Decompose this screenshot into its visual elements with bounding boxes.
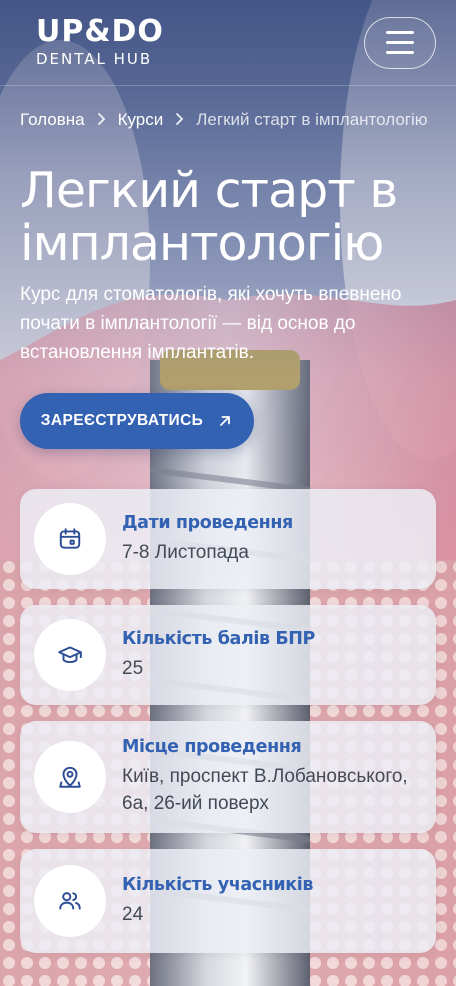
menu-button[interactable] [364, 16, 436, 69]
hamburger-icon [386, 41, 414, 44]
info-label: Дати проведення [122, 512, 293, 533]
page-title-line2: імплантологію [20, 215, 384, 272]
info-card-participants: Кількість учасників 24 [20, 849, 436, 953]
breadcrumb-current: Легкий старт в імплантологію [196, 110, 428, 129]
info-value: 25 [122, 657, 144, 679]
chevron-right-icon [175, 112, 184, 129]
info-value: Київ, проспект В.Лобановського, 6а, 26-и… [122, 766, 408, 814]
info-value: 24 [122, 903, 144, 925]
info-card-location: Місце проведення Київ, проспект В.Лобано… [20, 721, 436, 833]
page-title-line1: Легкий старт в [20, 162, 398, 219]
register-button[interactable]: ЗАРЕЄСТРУВАТИСЬ [20, 393, 254, 449]
users-icon [34, 865, 106, 937]
info-card-dates: Дати проведення 7-8 Листопада [20, 489, 436, 589]
chevron-right-icon [97, 112, 106, 129]
info-label: Кількість балів БПР [122, 628, 315, 649]
logo-main-text: UP&DO [36, 14, 164, 49]
register-button-label: ЗАРЕЄСТРУВАТИСЬ [40, 412, 204, 429]
page-title: Легкий старт в імплантологію [20, 164, 436, 270]
logo[interactable]: UP&DO DENTAL HUB [36, 14, 164, 69]
course-description: Курс для стоматологів, які хочуть впевне… [20, 284, 402, 363]
breadcrumb-courses[interactable]: Курси [118, 110, 164, 130]
hamburger-icon [386, 51, 414, 54]
graduation-cap-icon [34, 619, 106, 691]
info-value: 7-8 Листопада [122, 541, 249, 563]
info-label: Місце проведення [122, 737, 302, 757]
site-header: UP&DO DENTAL HUB [0, 0, 456, 86]
course-info-list: Дати проведення 7-8 Листопада Кількість … [0, 489, 456, 953]
breadcrumb: Головна Курси Легкий старт в імплантолог… [0, 86, 456, 138]
logo-sub-text: DENTAL HUB [36, 50, 153, 68]
map-pin-icon [34, 741, 106, 813]
info-card-points: Кількість балів БПР 25 [20, 605, 436, 705]
breadcrumb-home[interactable]: Головна [20, 110, 85, 130]
arrow-up-right-icon [220, 416, 231, 426]
info-label: Кількість учасників [122, 874, 314, 895]
calendar-icon [34, 503, 106, 575]
hamburger-icon [386, 31, 414, 34]
hero-section: Легкий старт в імплантологію Курс для ст… [0, 164, 456, 449]
